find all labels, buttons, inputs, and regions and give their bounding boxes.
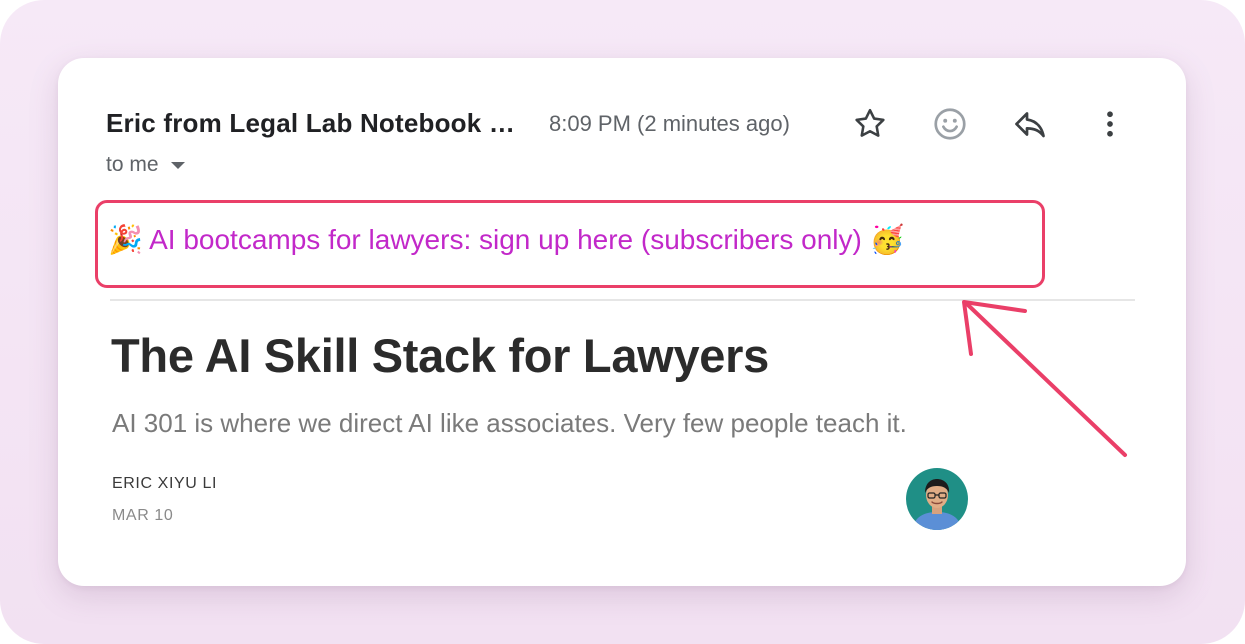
avatar[interactable] — [906, 468, 968, 530]
promo-banner-link[interactable]: 🎉 AI bootcamps for lawyers: sign up here… — [108, 223, 904, 256]
email-card: Eric from Legal Lab Notebook … 8:09 PM (… — [58, 58, 1186, 586]
divider — [110, 299, 1135, 301]
post-date: MAR 10 — [112, 507, 174, 524]
post-subtitle: AI 301 is where we direct AI like associ… — [112, 408, 907, 438]
recipient-toggle[interactable]: to me — [106, 153, 185, 177]
timestamp: 8:09 PM (2 minutes ago) — [549, 111, 790, 136]
post-title[interactable]: The AI Skill Stack for Lawyers — [111, 328, 769, 383]
recipient-label: to me — [106, 153, 159, 176]
star-icon[interactable] — [852, 106, 888, 142]
chevron-down-icon[interactable] — [170, 161, 185, 169]
author-name[interactable]: ERIC XIYU LI — [112, 475, 217, 493]
emoji-reaction-icon[interactable] — [932, 106, 968, 142]
more-vert-icon[interactable] — [1092, 106, 1128, 142]
sender-name[interactable]: Eric from Legal Lab Notebook … — [106, 108, 515, 139]
reply-icon[interactable] — [1012, 106, 1048, 142]
